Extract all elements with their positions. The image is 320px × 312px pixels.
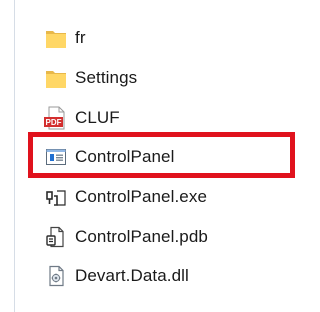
window-app-icon — [44, 145, 68, 169]
file-item-fr[interactable]: fr — [44, 20, 304, 56]
file-item-controlpanel-exe[interactable]: ControlPanel.exe — [44, 179, 304, 215]
file-item-label: CLUF — [75, 108, 120, 127]
file-item-controlpanel[interactable]: ControlPanel — [44, 139, 304, 175]
file-explorer-pane: fr Settings PDF CLUF ControlPanel Contro… — [0, 0, 318, 312]
pdf-icon-text: PDF — [46, 118, 62, 127]
file-item-label: Devart.Data.dll — [75, 266, 189, 285]
folder-icon — [44, 26, 68, 50]
file-item-cluf[interactable]: PDF CLUF — [44, 100, 304, 136]
file-item-label: ControlPanel — [75, 147, 175, 166]
file-item-label: Settings — [75, 68, 138, 87]
pdf-icon: PDF — [44, 106, 68, 130]
file-item-label: ControlPanel.pdb — [75, 227, 208, 246]
file-item-label: ControlPanel.exe — [75, 187, 208, 206]
pdb-icon — [44, 225, 68, 249]
exe-icon — [44, 185, 68, 209]
file-list: fr Settings PDF CLUF ControlPanel Contro… — [0, 0, 318, 312]
dll-icon — [44, 264, 68, 288]
file-item-settings[interactable]: Settings — [44, 60, 304, 96]
file-item-devart-data-dll[interactable]: Devart.Data.dll — [44, 258, 304, 294]
file-item-label: fr — [75, 28, 86, 47]
file-item-controlpanel-pdb[interactable]: ControlPanel.pdb — [44, 219, 304, 255]
folder-icon — [44, 66, 68, 90]
